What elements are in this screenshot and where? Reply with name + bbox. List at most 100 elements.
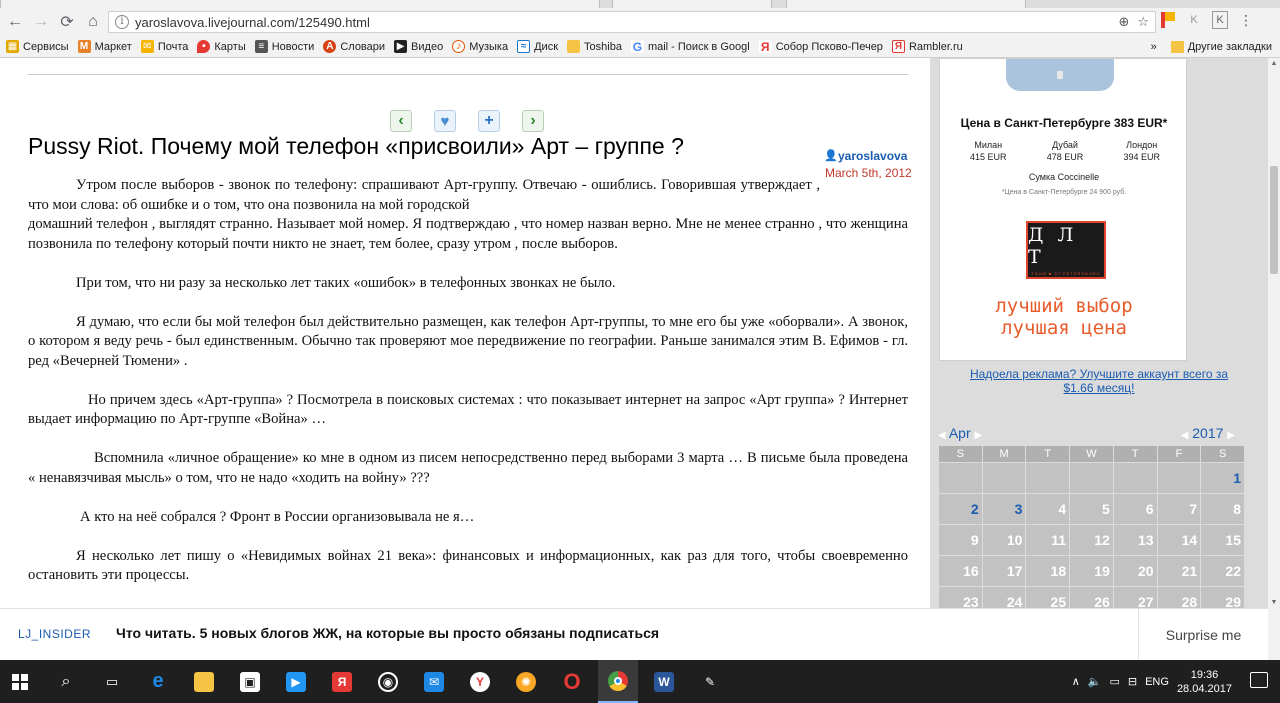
bookmark-item[interactable]: Toshiba: [567, 40, 622, 53]
forward-button[interactable]: →: [30, 11, 52, 33]
language-indicator[interactable]: ENG: [1145, 676, 1169, 688]
word-button[interactable]: W: [644, 660, 684, 703]
yandex-browser-icon: Y: [470, 671, 490, 692]
url-input[interactable]: i yaroslavova.livejournal.com/125490.htm…: [108, 11, 1156, 33]
calendar-day[interactable]: 1: [1201, 463, 1244, 493]
dlt-logo: Д Л Т TSUM ■ ST.PETERSBURG: [1026, 221, 1106, 279]
yandex-browser-button[interactable]: Y: [460, 660, 500, 703]
paragraph: Утром после выборов - звонок по телефону…: [28, 177, 820, 213]
calendar-day: 13: [1113, 525, 1157, 555]
site-info-icon[interactable]: i: [115, 15, 129, 29]
scroll-up-icon[interactable]: ▲: [1268, 60, 1280, 67]
app-button[interactable]: ✺: [506, 660, 546, 703]
menu-icon[interactable]: ⋮: [1238, 11, 1254, 29]
calendar-day: 24: [982, 587, 1026, 608]
surprise-me-button[interactable]: Surprise me: [1138, 609, 1268, 661]
weekday: S: [939, 446, 982, 462]
post-nav-buttons: ‹ ♥ + ›: [390, 110, 544, 132]
extension-k-icon[interactable]: K: [1212, 11, 1228, 29]
bookmark-item[interactable]: ♪ Музыка: [452, 40, 508, 53]
insider-tag[interactable]: LJ_INSIDER: [18, 627, 91, 641]
store-button[interactable]: ▣: [230, 660, 270, 703]
calendar-day[interactable]: 2: [939, 494, 982, 524]
mail-button[interactable]: ✉: [414, 660, 454, 703]
network-icon[interactable]: ⊟: [1128, 675, 1137, 688]
bookmark-item[interactable]: A Словари: [323, 40, 385, 53]
previous-post-button[interactable]: ‹: [390, 110, 412, 132]
tab-other[interactable]: [786, 0, 1026, 8]
tab-active[interactable]: [0, 0, 600, 8]
bookmark-item[interactable]: М Маркет: [77, 40, 132, 53]
author-link[interactable]: 👤 yaroslavova: [824, 149, 907, 163]
extension-icon[interactable]: K: [1186, 11, 1202, 29]
calendar-day: 11: [1026, 525, 1070, 555]
scroll-down-icon[interactable]: ▼: [1268, 599, 1280, 606]
word-icon: W: [654, 671, 674, 692]
ad-item-name: Сумка Coccinelle: [1028, 172, 1100, 182]
chevron-right-icon: ▶: [1227, 430, 1235, 441]
calendar-day: [939, 463, 982, 493]
calendar-day[interactable]: 3: [982, 494, 1026, 524]
notifications-icon[interactable]: [1250, 672, 1268, 688]
insider-headline[interactable]: Что читать. 5 новых блогов ЖЖ, на которы…: [116, 625, 659, 641]
weekday: T: [1026, 446, 1070, 462]
battery-icon[interactable]: ▭: [1109, 675, 1119, 688]
bookmark-item[interactable]: Gmail - Поиск в Googl: [630, 40, 750, 54]
upgrade-account-link[interactable]: Надоела реклама? Улучшите аккаунт всего …: [930, 367, 1268, 395]
bookmark-item[interactable]: ▦ Сервисы: [6, 40, 69, 53]
back-button[interactable]: ←: [4, 11, 26, 33]
volume-icon[interactable]: 🔈: [1088, 675, 1102, 688]
bookmark-item[interactable]: ≈ Диск: [517, 40, 558, 53]
media-button[interactable]: ▶: [276, 660, 316, 703]
ad-slogan: лучший выбор лучшая цена: [995, 295, 1133, 339]
calendar-day: 21: [1157, 556, 1201, 586]
paint-button[interactable]: ✎: [690, 660, 730, 703]
search-icon: ⌕: [61, 672, 71, 690]
ad-city-prices: Милан 415 EUR Дубай 478 EUR Лондон 394 EUR: [970, 139, 1160, 163]
zoom-icon[interactable]: ⊕: [1118, 14, 1129, 30]
bookmark-item[interactable]: ▶ Видео: [394, 40, 443, 53]
chevron-up-icon[interactable]: ∧: [1072, 675, 1080, 688]
start-button[interactable]: [0, 660, 40, 703]
news-icon: ≡: [254, 40, 268, 53]
bookmark-item[interactable]: Я Rambler.ru: [891, 40, 963, 53]
reload-button[interactable]: ⟳: [56, 11, 78, 33]
bookmark-flag-icon[interactable]: [1160, 11, 1176, 29]
app-button[interactable]: ◉: [368, 660, 408, 703]
dictionary-icon: A: [323, 40, 337, 53]
bookmark-item[interactable]: Я Собор Псково-Печер: [758, 40, 883, 54]
chevron-right-icon: ▶: [974, 430, 983, 441]
calendar-week: 9 10 11 12 13 14 15: [939, 525, 1244, 555]
home-button[interactable]: ⌂: [82, 11, 104, 33]
edge-button[interactable]: e: [138, 660, 178, 703]
opera-button[interactable]: O: [552, 660, 592, 703]
page-scrollbar[interactable]: ▲ ▼: [1268, 58, 1280, 608]
calendar-month[interactable]: ◀ Apr ▶: [938, 425, 982, 441]
bookmark-item[interactable]: ✉ Почта: [140, 40, 188, 53]
task-view-button[interactable]: ▭: [92, 660, 132, 703]
calendar-day: 17: [982, 556, 1026, 586]
chrome-icon: [608, 670, 628, 691]
post-title: Pussy Riot. Почему мой телефон «присвоил…: [28, 133, 684, 159]
yandex-button[interactable]: Я: [322, 660, 362, 703]
bookmark-item[interactable]: ≡ Новости: [254, 40, 314, 53]
next-post-button[interactable]: ›: [522, 110, 544, 132]
tab-other[interactable]: [612, 0, 772, 8]
bookmarks-more-button[interactable]: »: [1151, 41, 1157, 53]
weekday: M: [982, 446, 1026, 462]
add-button[interactable]: +: [478, 110, 500, 132]
calendar-year[interactable]: ◀ 2017 ▶: [1181, 425, 1235, 441]
file-explorer-button[interactable]: [184, 660, 224, 703]
scrollbar-thumb[interactable]: [1270, 166, 1278, 274]
clock[interactable]: 19:36 28.04.2017: [1177, 668, 1232, 696]
other-bookmarks[interactable]: Другие закладки: [1188, 41, 1272, 53]
weekday: W: [1070, 446, 1113, 462]
post-body: Утром после выборов - звонок по телефону…: [28, 176, 908, 605]
search-button[interactable]: ⌕: [46, 660, 86, 703]
calendar-day: 25: [1026, 587, 1070, 608]
bookmark-item[interactable]: • Карты: [197, 40, 246, 53]
star-icon[interactable]: ☆: [1137, 14, 1149, 30]
advertisement[interactable]: Цена в Санкт-Петербурге 383 EUR* Милан 41…: [939, 58, 1187, 361]
favorite-button[interactable]: ♥: [434, 110, 456, 132]
chrome-button[interactable]: [598, 660, 638, 703]
